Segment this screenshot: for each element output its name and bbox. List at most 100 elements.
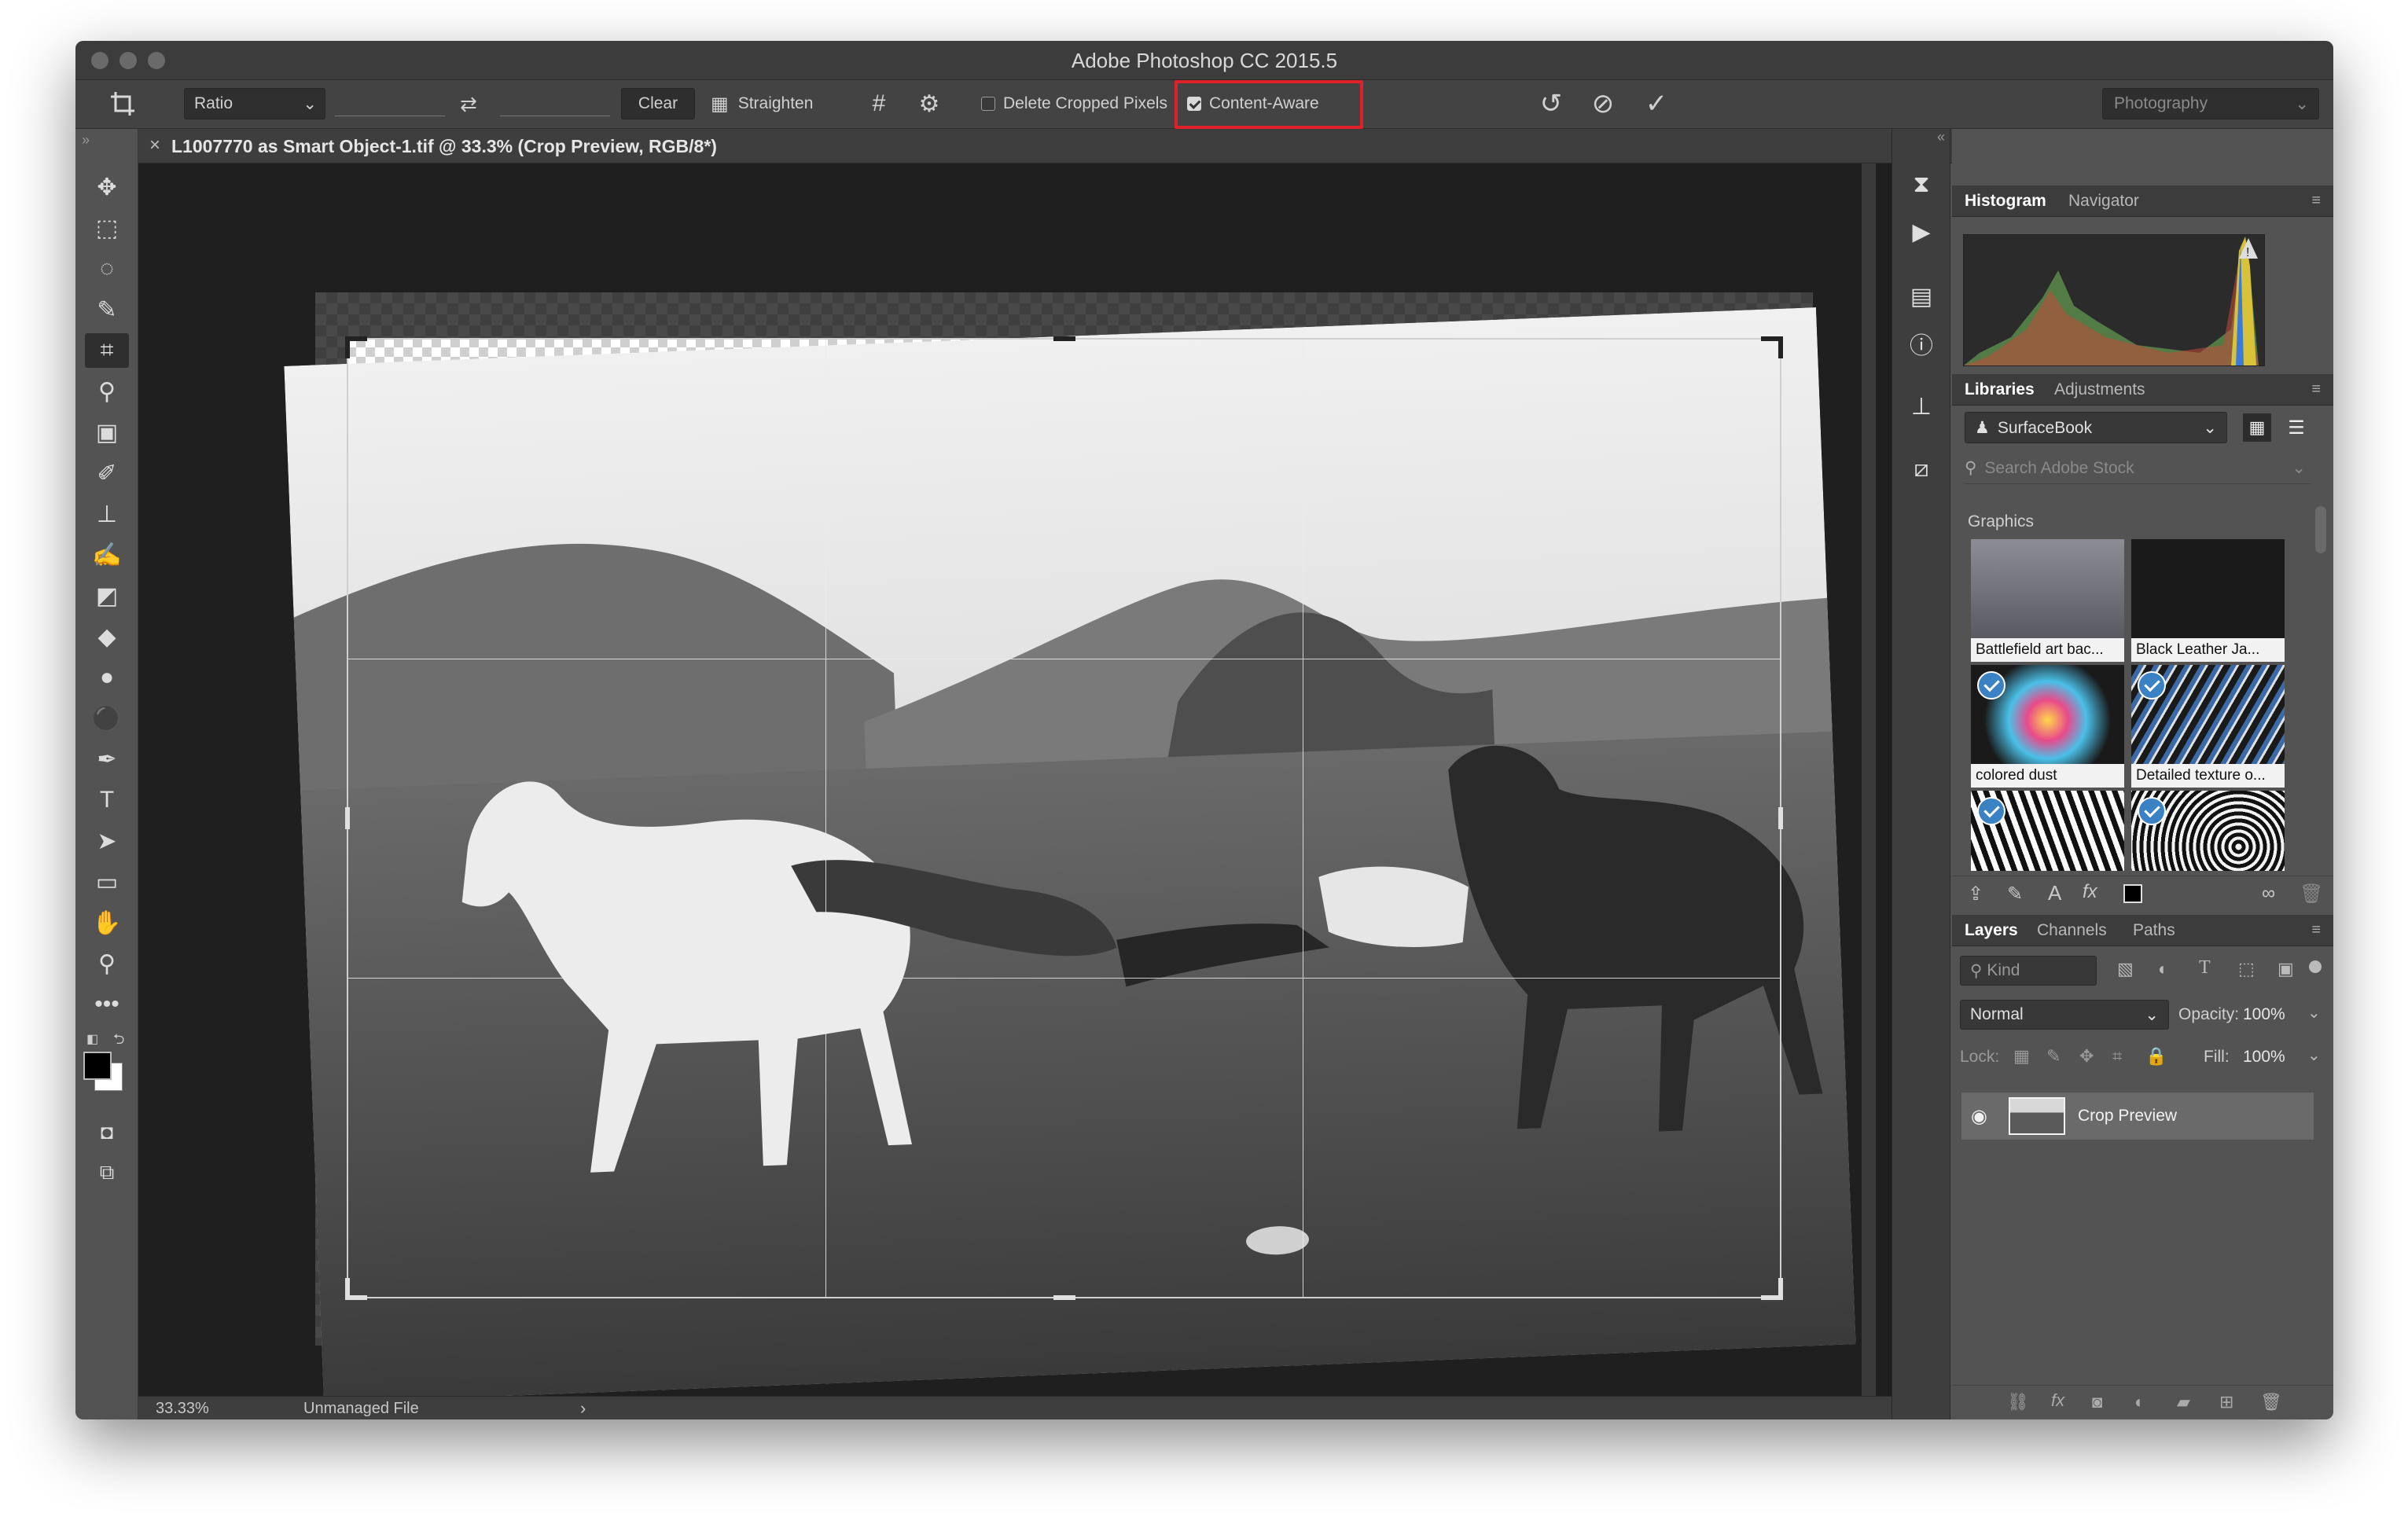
clear-button[interactable]: Clear bbox=[621, 88, 695, 119]
library-graphic-item[interactable] bbox=[1971, 791, 2124, 871]
more-tools-icon[interactable]: ••• bbox=[85, 987, 129, 1022]
add-layer-style-icon[interactable]: fx bbox=[2051, 1390, 2064, 1411]
brush-tool-icon[interactable]: ✐ bbox=[85, 456, 129, 490]
panel-menu-icon[interactable]: ≡ bbox=[2311, 380, 2321, 398]
library-graphic-item[interactable] bbox=[2131, 791, 2285, 871]
actions-play-icon[interactable]: ▶ bbox=[1903, 214, 1939, 250]
list-view-icon[interactable]: ☰ bbox=[2282, 413, 2311, 442]
character-style-icon[interactable]: A bbox=[2048, 881, 2061, 905]
lock-image-icon[interactable]: ✎ bbox=[2046, 1046, 2061, 1067]
chevron-down-icon[interactable]: ⌄ bbox=[2307, 1003, 2321, 1023]
crop-handle-right[interactable] bbox=[1778, 807, 1783, 829]
clone-stamp-tool-icon[interactable]: ⊥ bbox=[85, 497, 129, 531]
crop-handle-top[interactable] bbox=[1053, 336, 1075, 341]
ratio-width-input[interactable] bbox=[335, 93, 445, 116]
tab-layers[interactable]: Layers bbox=[1965, 921, 2018, 940]
overlay-grid-icon[interactable]: # bbox=[862, 88, 896, 119]
tab-histogram[interactable]: Histogram bbox=[1965, 192, 2046, 211]
library-graphic-item[interactable]: Black Leather Ja... bbox=[2131, 539, 2285, 662]
stock-search-input[interactable]: ⚲ Search Adobe Stock ⌄ bbox=[1965, 453, 2311, 484]
commit-check-icon[interactable]: ✓ bbox=[1637, 88, 1676, 119]
panel-menu-icon[interactable]: ≡ bbox=[2311, 192, 2321, 210]
creative-cloud-icon[interactable]: ∞ bbox=[2262, 883, 2275, 905]
lock-position-icon[interactable]: ✥ bbox=[2079, 1046, 2094, 1067]
quick-selection-tool-icon[interactable]: ✎ bbox=[85, 292, 129, 327]
filter-toggle-icon[interactable] bbox=[2309, 960, 2322, 973]
crop-handle-bottom[interactable] bbox=[1053, 1295, 1075, 1300]
eraser-tool-icon[interactable]: ◩ bbox=[85, 578, 129, 613]
delete-cropped-pixels-checkbox[interactable]: Delete Cropped Pixels bbox=[981, 88, 1186, 119]
swap-colors-icon[interactable]: ⮌ bbox=[113, 1030, 124, 1053]
tab-channels[interactable]: Channels bbox=[2037, 921, 2107, 940]
frame-tool-icon[interactable]: ▣ bbox=[85, 415, 129, 450]
clone-source-icon[interactable]: ⊥ bbox=[1903, 388, 1939, 424]
chevron-down-icon[interactable]: ⌄ bbox=[2307, 1045, 2321, 1065]
add-content-icon[interactable]: ✎ bbox=[2007, 883, 2023, 905]
ratio-dropdown[interactable]: Ratio ⌄ bbox=[184, 88, 325, 119]
library-graphic-item[interactable]: Battlefield art bac... bbox=[1971, 539, 2124, 662]
filter-shape-layers-icon[interactable]: ⬚ bbox=[2238, 959, 2255, 979]
library-scrollbar[interactable] bbox=[2315, 506, 2326, 553]
crop-box[interactable] bbox=[345, 336, 1783, 1300]
paint-bucket-tool-icon[interactable]: ◆ bbox=[85, 619, 129, 654]
library-graphic-item[interactable]: colored dust bbox=[1971, 665, 2124, 788]
status-menu-arrow[interactable]: › bbox=[580, 1398, 586, 1419]
eye-visibility-icon[interactable]: ◉ bbox=[1971, 1105, 1987, 1128]
path-selection-tool-icon[interactable]: ➤ bbox=[85, 824, 129, 858]
crop-tool-preset-icon[interactable] bbox=[99, 88, 146, 119]
trash-icon[interactable]: 🗑 bbox=[2300, 883, 2323, 905]
crop-handle-top-left[interactable] bbox=[345, 336, 350, 358]
vertical-scrollbar[interactable] bbox=[1862, 163, 1876, 1396]
workspace-dropdown[interactable]: Photography ⌄ bbox=[2102, 88, 2319, 119]
history-brush-tool-icon[interactable]: ✍ bbox=[85, 538, 129, 572]
quick-mask-icon[interactable]: ◘ bbox=[85, 1115, 129, 1149]
lasso-tool-icon[interactable]: ◌ bbox=[85, 252, 129, 286]
lock-transparent-icon[interactable]: ▦ bbox=[2013, 1046, 2030, 1067]
reset-icon[interactable]: ↺ bbox=[1531, 88, 1571, 119]
color-swatch-icon[interactable] bbox=[2123, 884, 2142, 903]
info-icon[interactable]: ⓘ bbox=[1903, 325, 1939, 362]
delete-cropped-checkbox-box[interactable] bbox=[981, 97, 995, 111]
panel-menu-icon[interactable]: ≡ bbox=[2311, 921, 2321, 939]
rectangle-tool-icon[interactable]: ▭ bbox=[85, 865, 129, 899]
layer-row[interactable]: ◉ Crop Preview bbox=[1961, 1092, 2314, 1140]
filter-smart-objects-icon[interactable]: ▣ bbox=[2277, 959, 2294, 979]
properties-panel-icon[interactable]: ▤ bbox=[1903, 278, 1939, 314]
collapse-arrows-icon[interactable]: » bbox=[82, 132, 90, 149]
type-tool-icon[interactable]: T bbox=[85, 783, 129, 817]
upload-icon[interactable]: ⇪ bbox=[1968, 883, 1983, 905]
layer-filter-kind-dropdown[interactable]: ⚲ Kind bbox=[1960, 956, 2097, 986]
foreground-color-swatch[interactable] bbox=[83, 1052, 112, 1080]
library-graphic-item[interactable]: Detailed texture o... bbox=[2131, 665, 2285, 788]
blur-tool-icon[interactable]: ● bbox=[85, 660, 129, 695]
screen-mode-icon[interactable]: ⧉ bbox=[85, 1155, 129, 1190]
fill-value[interactable]: 100% bbox=[2243, 1048, 2285, 1067]
expand-arrows-icon[interactable]: « bbox=[1937, 129, 1945, 145]
crop-handle-top-right[interactable] bbox=[1778, 336, 1783, 358]
zoom-readout[interactable]: 33.33% bbox=[156, 1400, 209, 1418]
straighten-button[interactable]: ▦ Straighten bbox=[711, 88, 836, 119]
history-panel-icon[interactable]: ⧗ bbox=[1903, 167, 1939, 203]
cancel-icon[interactable]: ⊘ bbox=[1583, 88, 1623, 119]
crop-tool-icon[interactable]: ⌗ bbox=[85, 333, 129, 368]
default-colors-icon[interactable]: ◧ bbox=[86, 1031, 98, 1047]
crop-handle-left[interactable] bbox=[345, 807, 350, 829]
gear-icon[interactable]: ⚙ bbox=[912, 88, 947, 119]
crop-handle-bottom-right[interactable] bbox=[1778, 1278, 1783, 1300]
new-group-folder-icon[interactable]: ▰ bbox=[2177, 1392, 2190, 1412]
canvas-area[interactable] bbox=[138, 163, 1939, 1403]
hand-tool-icon[interactable]: ✋ bbox=[85, 905, 129, 940]
library-dropdown[interactable]: ♟ SurfaceBook ⌄ bbox=[1965, 412, 2227, 443]
new-layer-icon[interactable]: ⊞ bbox=[2219, 1392, 2233, 1412]
lock-artboard-icon[interactable]: ⌗ bbox=[2112, 1046, 2122, 1067]
ratio-height-input[interactable] bbox=[500, 93, 610, 116]
link-layers-icon[interactable]: ⛓ bbox=[2007, 1392, 2029, 1412]
filter-type-layers-icon[interactable]: T bbox=[2199, 957, 2211, 979]
brush-presets-icon[interactable]: ⧄ bbox=[1903, 451, 1939, 487]
filter-adjustment-layers-icon[interactable]: ◐ bbox=[2158, 959, 2168, 979]
eyedropper-tool-icon[interactable]: ⚲ bbox=[85, 374, 129, 409]
blend-mode-dropdown[interactable]: Normal ⌄ bbox=[1960, 1000, 2169, 1030]
layer-name[interactable]: Crop Preview bbox=[2078, 1107, 2177, 1126]
tab-navigator[interactable]: Navigator bbox=[2068, 192, 2139, 211]
tab-adjustments[interactable]: Adjustments bbox=[2054, 380, 2145, 399]
